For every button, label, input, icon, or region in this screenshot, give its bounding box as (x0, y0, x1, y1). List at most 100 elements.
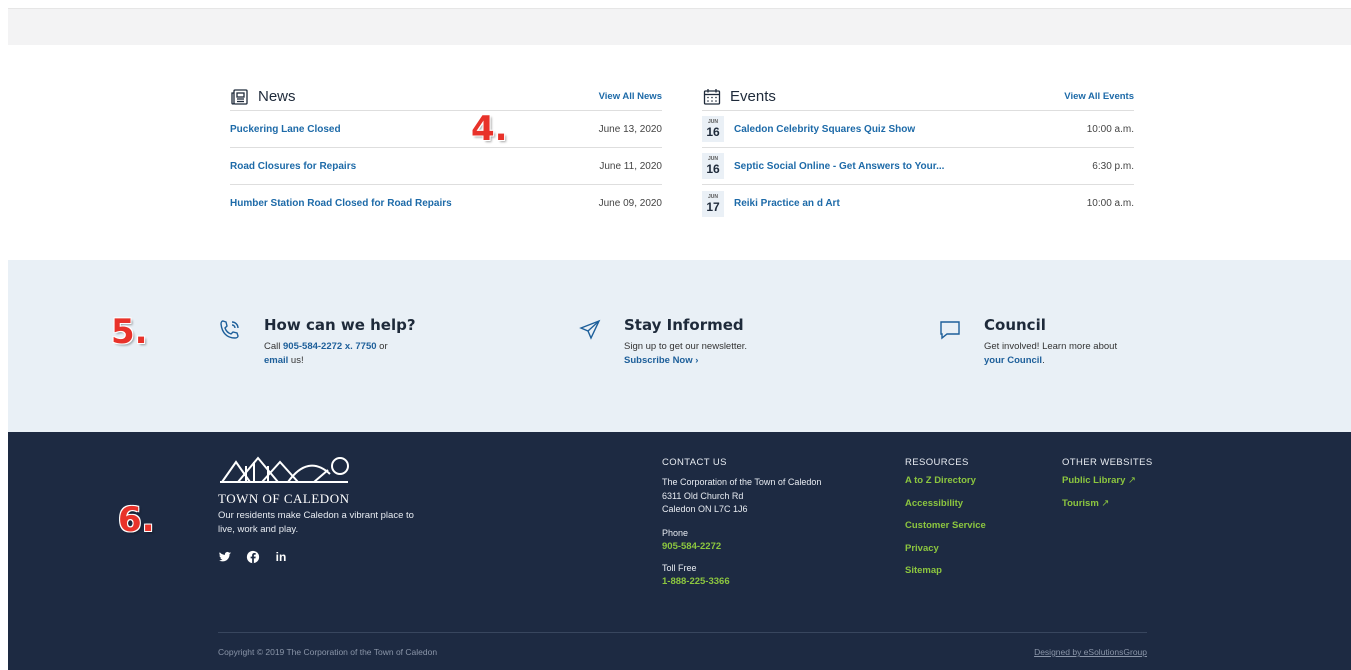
events-header: Events View All Events (702, 83, 1134, 111)
news-item[interactable]: Puckering Lane Closed June 13, 2020 (230, 111, 662, 148)
external-link-icon: ↗ (1128, 475, 1136, 486)
help-or-text: or (376, 341, 388, 352)
help-item-council: Council Get involved! Learn more about y… (938, 316, 1117, 368)
resources-heading: RESOURCES (905, 457, 969, 468)
resource-link[interactable]: Privacy (905, 538, 986, 561)
event-item-time: 10:00 a.m. (1086, 198, 1134, 209)
other-website-label[interactable]: Public Library (1062, 475, 1125, 486)
subscribe-link[interactable]: Subscribe Now › (624, 355, 698, 366)
help-item-contact: How can we help? Call 905-584-2272 x. 77… (218, 316, 416, 368)
other-website-link[interactable]: Tourism ↗ (1062, 493, 1153, 516)
event-item-time: 10:00 a.m. (1086, 123, 1134, 135)
events-title: Events (702, 87, 776, 107)
news-title-label: News (258, 88, 296, 105)
event-item-left: JUN 16 Caledon Celebrity Squares Quiz Sh… (702, 116, 915, 142)
help-text: Call 905-584-2272 x. 7750 or email us! (264, 340, 394, 368)
newsletter-title: Stay Informed (624, 316, 744, 334)
designed-by-link[interactable]: Designed by eSolutionsGroup (1034, 647, 1147, 657)
news-title: News (230, 87, 296, 107)
news-item-title[interactable]: Puckering Lane Closed (230, 124, 341, 135)
resource-link[interactable]: Accessibility (905, 493, 986, 516)
event-date-badge: JUN 16 (702, 153, 724, 179)
footer-tagline: Our residents make Caledon a vibrant pla… (218, 510, 414, 535)
chat-bubble-icon (940, 321, 960, 340)
other-websites-heading: OTHER WEBSITES (1062, 457, 1153, 468)
resource-link[interactable]: Customer Service (905, 515, 986, 538)
news-item[interactable]: Road Closures for Repairs June 11, 2020 (230, 148, 662, 185)
event-item[interactable]: JUN 16 Septic Social Online - Get Answer… (702, 148, 1134, 185)
news-item-date: June 13, 2020 (598, 123, 662, 135)
town-name: TOWN OF CALEDON (218, 491, 350, 506)
council-title: Council (984, 316, 1046, 334)
resource-link[interactable]: A to Z Directory (905, 470, 986, 493)
event-date-badge: JUN 16 (702, 116, 724, 142)
tollfree-label: Toll Free (662, 562, 697, 573)
external-link-icon: ↗ (1101, 497, 1110, 509)
calendar-icon (703, 88, 721, 105)
page: News View All News Puckering Lane Closed… (0, 0, 1351, 670)
help-band: 5. How can we help? Call 905-584-2272 x.… (8, 260, 1351, 432)
footer-divider (218, 632, 1147, 633)
help-phone-link[interactable]: 905-584-2272 x. 7750 (283, 341, 377, 352)
council-period: . (1042, 355, 1045, 366)
event-item-left: JUN 16 Septic Social Online - Get Answer… (702, 153, 944, 179)
newsletter-text: Sign up to get our newsletter. (624, 341, 748, 352)
help-email-link[interactable]: email (264, 355, 288, 366)
other-website-link[interactable]: Public Library ↗ (1062, 470, 1153, 493)
annotation-marker-4: 4. (471, 109, 508, 149)
phone-icon (220, 320, 239, 339)
top-band (8, 8, 1351, 45)
footer: TOWN OF CALEDON 6. Our residents make Ca… (8, 432, 1351, 670)
annotation-marker-6: 6. (118, 500, 155, 540)
help-call-text: Call (264, 341, 284, 352)
contact-street: 6311 Old Church Rd (662, 490, 744, 501)
help-title: How can we help? (264, 316, 416, 334)
news-item-date: June 11, 2020 (599, 160, 662, 172)
council-link[interactable]: your Council (984, 355, 1042, 366)
event-item-title[interactable]: Reiki Practice an d Art (734, 198, 840, 209)
council-text: Get involved! Learn more about (984, 341, 1118, 352)
event-day: 16 (706, 162, 720, 176)
newspaper-icon (231, 88, 248, 105)
send-icon (579, 319, 601, 340)
event-item-time: 6:30 p.m. (1092, 160, 1134, 172)
twitter-icon[interactable] (218, 550, 232, 564)
event-item-title[interactable]: Septic Social Online - Get Answers to Yo… (734, 161, 944, 172)
news-item-title[interactable]: Humber Station Road Closed for Road Repa… (230, 198, 452, 209)
other-website-label[interactable]: Tourism (1062, 498, 1099, 509)
news-item-title[interactable]: Road Closures for Repairs (230, 161, 356, 172)
news-item[interactable]: Humber Station Road Closed for Road Repa… (230, 185, 662, 222)
annotation-marker-5: 5. (111, 312, 148, 352)
event-item[interactable]: JUN 17 Reiki Practice an d Art 10:00 a.m… (702, 185, 1134, 222)
phone-link[interactable]: 905-584-2272 (662, 541, 821, 552)
linkedin-icon[interactable]: in (274, 550, 288, 564)
resources-column: RESOURCES A to Z Directory Accessibility… (905, 457, 986, 583)
news-header: News View All News (230, 83, 662, 111)
news-events-section: News View All News Puckering Lane Closed… (8, 45, 1351, 260)
view-all-events-link[interactable]: View All Events (1064, 91, 1134, 102)
contact-column: CONTACT US The Corporation of the Town o… (662, 457, 821, 587)
town-logo-icon (220, 456, 349, 483)
events-title-label: Events (730, 88, 776, 105)
events-column: Events View All Events JUN 16 Caledon Ce… (702, 83, 1134, 222)
event-date-badge: JUN 17 (702, 190, 724, 217)
facebook-icon[interactable] (246, 550, 260, 564)
event-month: JUN (707, 193, 718, 200)
event-day: 17 (706, 199, 720, 214)
copyright-text: Copyright © 2019 The Corporation of the … (218, 647, 438, 657)
town-logo[interactable]: TOWN OF CALEDON (218, 452, 378, 507)
resource-link[interactable]: Sitemap (905, 560, 986, 583)
contact-org: The Corporation of the Town of Caledon (662, 477, 822, 487)
social-links: in (218, 550, 288, 564)
phone-label: Phone (662, 527, 689, 538)
event-item-title[interactable]: Caledon Celebrity Squares Quiz Show (734, 124, 915, 135)
event-item-left: JUN 17 Reiki Practice an d Art (702, 190, 840, 217)
event-day: 16 (706, 125, 720, 139)
event-item[interactable]: JUN 16 Caledon Celebrity Squares Quiz Sh… (702, 111, 1134, 148)
news-column: News View All News Puckering Lane Closed… (230, 83, 662, 222)
view-all-news-link[interactable]: View All News (599, 91, 662, 102)
help-item-newsletter: Stay Informed Sign up to get our newslet… (578, 316, 747, 368)
contact-city: Caledon ON L7C 1J6 (662, 504, 748, 514)
other-websites-column: OTHER WEBSITES Public Library ↗ Tourism … (1062, 457, 1153, 515)
tollfree-link[interactable]: 1-888-225-3366 (662, 576, 821, 587)
